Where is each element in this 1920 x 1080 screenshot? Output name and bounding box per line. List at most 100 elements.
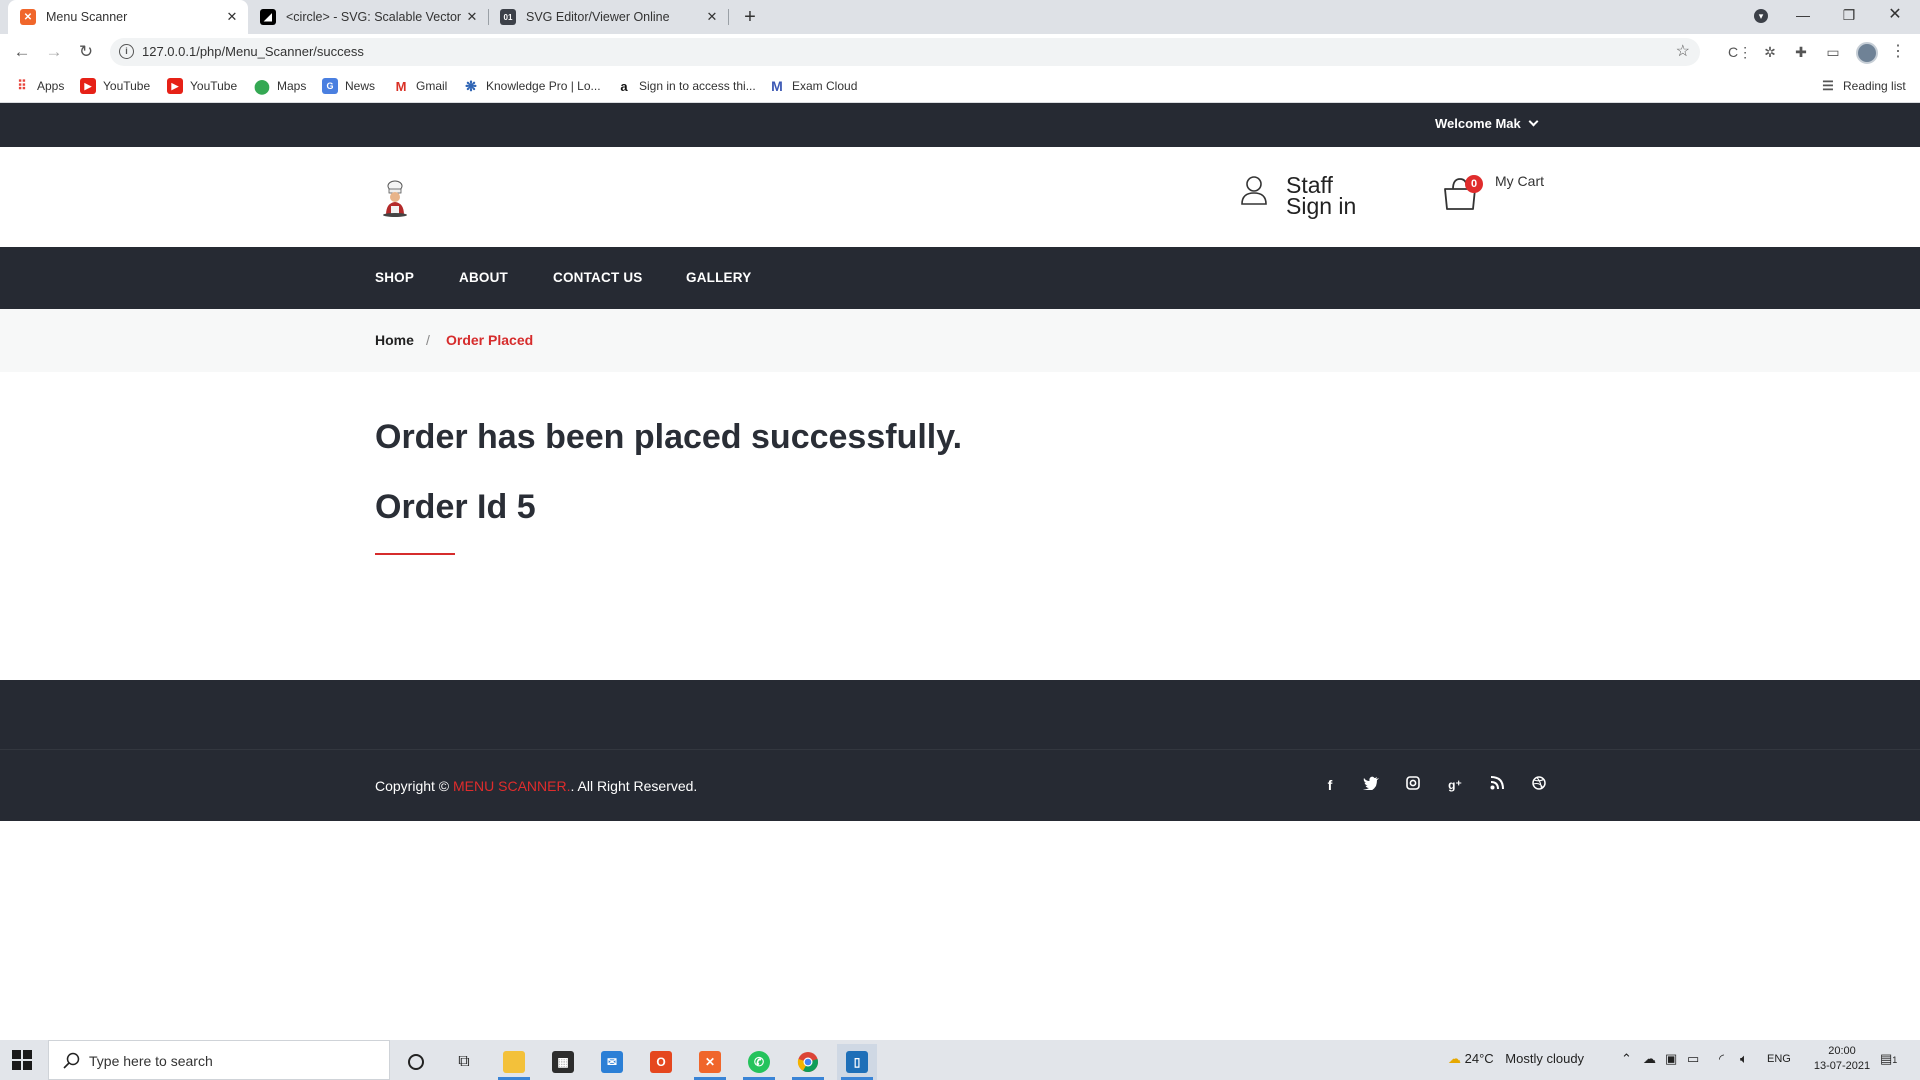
knowledge-pro-icon: ❋	[465, 77, 477, 94]
tab-menu-scanner[interactable]: ✕ Menu Scanner ✕	[8, 0, 248, 34]
extension-c-icon[interactable]: C⋮	[1728, 43, 1752, 61]
volume-icon[interactable]: 🔈︎	[1740, 1051, 1748, 1067]
footer-bottom: Copyright © MENU SCANNER.. All Right Res…	[0, 750, 1920, 821]
close-tab-icon[interactable]: ✕	[222, 9, 242, 25]
weather-condition: Mostly cloudy	[1505, 1051, 1585, 1066]
windows-start-icon[interactable]	[12, 1050, 32, 1070]
cloudy-sun-icon: ☁	[1448, 1051, 1461, 1066]
browser-menu-icon[interactable]: ⋮	[1888, 43, 1908, 61]
clock-time: 20:00	[1828, 1045, 1856, 1057]
tab-search-icon[interactable]: ▾	[1738, 0, 1784, 30]
tab-svg-circle[interactable]: ◢ <circle> - SVG: Scalable Vector Graphi…	[248, 0, 488, 34]
search-placeholder: Type here to search	[89, 1053, 213, 1069]
news-icon: G	[322, 78, 338, 94]
tab-svg-editor[interactable]: 01 SVG Editor/Viewer Online ✕	[488, 0, 728, 34]
search-icon	[63, 1052, 80, 1069]
bookmark-exam-cloud[interactable]: M Exam Cloud	[769, 78, 857, 94]
breadcrumb-separator: /	[426, 332, 430, 348]
site-info-icon[interactable]: i	[119, 44, 134, 59]
wifi-icon[interactable]: ◜	[1719, 1051, 1724, 1067]
tab-title: <circle> - SVG: Scalable Vector Graphics	[286, 10, 462, 24]
bookmark-youtube-2[interactable]: ▶ YouTube	[167, 78, 237, 94]
bookmark-gmail[interactable]: M Gmail	[393, 78, 448, 94]
apps-grid-icon: ⠿	[17, 78, 27, 93]
copyright-prefix: Copyright ©	[375, 778, 450, 794]
store-icon[interactable]: ▦	[543, 1044, 583, 1080]
battery-icon[interactable]: ▭	[1687, 1051, 1699, 1067]
whatsapp-icon[interactable]: ✆	[739, 1044, 779, 1080]
breadcrumb-home[interactable]: Home	[375, 332, 414, 348]
forward-arrow-icon[interactable]: →	[42, 40, 66, 64]
reload-icon[interactable]: ↻	[74, 40, 98, 64]
chef-logo[interactable]	[381, 179, 409, 217]
user-icon[interactable]	[1240, 175, 1268, 205]
footer-top	[0, 680, 1920, 750]
youtube-icon: ▶	[167, 78, 183, 94]
bookmark-label: Apps	[37, 79, 65, 93]
bookmark-news[interactable]: G News	[322, 78, 375, 94]
gmail-icon: M	[395, 78, 407, 94]
mail-icon[interactable]: ✉	[592, 1044, 632, 1080]
minimize-icon[interactable]: —	[1780, 0, 1826, 30]
nav-about[interactable]: ABOUT	[459, 270, 508, 285]
weather-temperature: 24°C	[1464, 1051, 1494, 1066]
extension-bug-icon[interactable]: ✲	[1760, 43, 1780, 61]
meet-now-icon[interactable]: ▣	[1665, 1051, 1677, 1067]
copyright-suffix: . All Right Reserved.	[570, 778, 698, 794]
google-plus-icon[interactable]: g⁺	[1446, 776, 1464, 794]
clock-date: 13-07-2021	[1813, 1060, 1871, 1072]
rss-icon[interactable]	[1488, 776, 1506, 794]
profile-avatar[interactable]	[1856, 42, 1878, 64]
bookmark-star-icon[interactable]: ☆	[1676, 41, 1690, 61]
copyright-text: Copyright © MENU SCANNER.. All Right Res…	[375, 778, 697, 794]
url-text[interactable]: 127.0.0.1/php/Menu_Scanner/success	[142, 44, 364, 59]
cast-icon[interactable]: ▭	[1823, 43, 1843, 61]
breadcrumb: Home / Order Placed	[0, 309, 1920, 372]
facebook-icon[interactable]: f	[1321, 776, 1339, 794]
bookmark-apps[interactable]: ⠿ Apps	[14, 78, 64, 94]
nav-contact-us[interactable]: CONTACT US	[553, 270, 643, 285]
notification-count: 1	[1892, 1055, 1898, 1065]
bookmark-maps[interactable]: ⬤ Maps	[254, 78, 306, 94]
chrome-icon[interactable]	[788, 1044, 828, 1080]
bookmark-label: Gmail	[416, 79, 448, 93]
file-explorer-icon[interactable]	[494, 1044, 534, 1080]
close-tab-icon[interactable]: ✕	[462, 9, 482, 25]
system-clock[interactable]: 20:00 13-07-2021	[1812, 1044, 1872, 1074]
twitter-icon[interactable]	[1362, 776, 1380, 794]
dribbble-icon[interactable]	[1530, 776, 1548, 794]
language-indicator[interactable]: ENG	[1767, 1053, 1791, 1065]
address-bar[interactable]: i 127.0.0.1/php/Menu_Scanner/success ☆	[110, 38, 1700, 66]
nav-gallery[interactable]: GALLERY	[686, 270, 751, 285]
code-editor-icon[interactable]: ▯	[837, 1044, 877, 1080]
bookmark-amazon[interactable]: a Sign in to access thi...	[616, 78, 755, 94]
my-cart-link[interactable]: My Cart	[1495, 173, 1544, 189]
nav-shop[interactable]: SHOP	[375, 270, 414, 285]
onedrive-icon[interactable]: ☁	[1643, 1051, 1656, 1067]
xampp-taskbar-icon[interactable]: ✕	[690, 1044, 730, 1080]
weather-widget[interactable]: ☁ 24°C Mostly cloudy	[1448, 1051, 1584, 1067]
bookmark-knowledge-pro[interactable]: ❋ Knowledge Pro | Lo...	[463, 77, 600, 94]
notification-center-icon[interactable]: ▤1	[1880, 1051, 1897, 1067]
reading-list-button[interactable]: ☰ Reading list	[1820, 78, 1906, 94]
tray-chevron-up-icon[interactable]: ⌃	[1621, 1051, 1632, 1067]
bookmarks-bar: ⠿ Apps ▶ YouTube ▶ YouTube ⬤ Maps G News…	[0, 70, 1920, 103]
taskbar-search-input[interactable]: Type here to search	[48, 1040, 390, 1080]
restore-icon[interactable]: ❐	[1826, 0, 1872, 30]
cortana-icon[interactable]	[396, 1044, 436, 1080]
welcome-user-menu[interactable]: Welcome Mak	[1435, 116, 1539, 131]
office-icon[interactable]: O	[641, 1044, 681, 1080]
task-view-icon[interactable]: ⧉	[444, 1044, 484, 1080]
staff-label-line2: Sign in	[1286, 193, 1357, 219]
close-tab-icon[interactable]: ✕	[702, 9, 722, 25]
new-tab-button[interactable]: +	[737, 4, 763, 30]
extensions-puzzle-icon[interactable]: ✚	[1791, 43, 1811, 61]
tab-divider	[728, 9, 729, 25]
bookmark-youtube[interactable]: ▶ YouTube	[80, 78, 150, 94]
instagram-icon[interactable]	[1404, 776, 1422, 794]
order-success-heading: Order has been placed successfully.	[375, 418, 963, 456]
brand-link[interactable]: MENU SCANNER.	[453, 778, 570, 794]
staff-sign-in-link[interactable]: Staff Sign in	[1286, 174, 1357, 219]
back-arrow-icon[interactable]: ←	[10, 40, 34, 64]
close-window-icon[interactable]: ✕	[1872, 0, 1918, 30]
